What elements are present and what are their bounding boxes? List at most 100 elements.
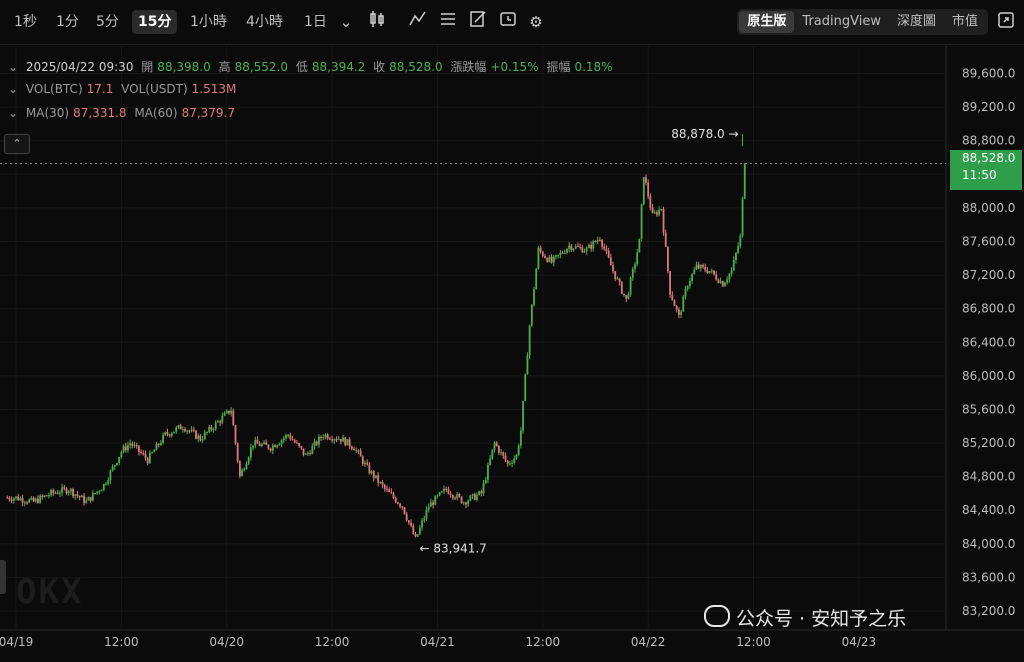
- chart-grid: [0, 46, 1024, 631]
- candle-body: [333, 439, 336, 441]
- candle-body: [6, 497, 9, 499]
- candle-body: [511, 462, 513, 464]
- candle-body: [232, 410, 235, 426]
- candle-body: [570, 245, 573, 250]
- candle-body: [574, 246, 577, 249]
- candle-body: [381, 482, 384, 486]
- watermark-text: 公众号 · 安知予之乐: [736, 608, 907, 630]
- y-tick-label: 87,600.0: [962, 234, 1015, 248]
- candle-body: [307, 453, 309, 455]
- candle-body: [276, 445, 279, 448]
- candle-body: [175, 427, 178, 432]
- collapse-indicators-button[interactable]: ⌃: [4, 134, 30, 154]
- candle-body: [254, 439, 257, 446]
- candle-body: [28, 499, 31, 503]
- candle-body: [440, 491, 443, 493]
- candle-body: [460, 496, 463, 504]
- candle-body: [480, 491, 483, 494]
- candle-body: [445, 488, 448, 490]
- candle-body: [443, 488, 445, 492]
- candle-body: [65, 488, 68, 494]
- candle-body: [151, 452, 153, 454]
- candle-body: [298, 443, 301, 447]
- candle-body: [100, 489, 103, 492]
- candle-body: [348, 439, 351, 447]
- candle-body: [249, 447, 252, 458]
- candlestick-chart[interactable]: 89,600.089,200.088,800.088,400.088,000.0…: [0, 0, 1024, 662]
- candle-body: [675, 306, 678, 310]
- y-tick-label: 83,200.0: [962, 604, 1015, 618]
- left-panel-handle[interactable]: [0, 560, 6, 594]
- candle-body: [144, 453, 147, 459]
- candle-body: [506, 460, 509, 464]
- candle-body: [704, 266, 707, 271]
- candle-body: [530, 304, 533, 326]
- wechat-icon: [704, 605, 730, 627]
- candle-body: [669, 271, 672, 295]
- candle-body: [392, 493, 395, 498]
- low-value: 88,394.2: [311, 60, 366, 74]
- candle-body: [203, 432, 206, 440]
- candle-body: [618, 278, 621, 283]
- candle-body: [504, 455, 507, 461]
- candle-body: [741, 198, 744, 236]
- candle-body: [243, 469, 246, 471]
- current-price-badge: 88,528.0 11:50: [950, 150, 1022, 190]
- chevron-down-icon[interactable]: ⌄: [8, 82, 18, 96]
- candle-body: [355, 450, 358, 452]
- candle-body: [52, 489, 55, 493]
- candle-body: [456, 494, 459, 499]
- chevron-down-icon[interactable]: ⌄: [8, 60, 18, 74]
- candle-body: [43, 495, 46, 497]
- candle-body: [658, 209, 661, 215]
- candle-body: [133, 445, 136, 447]
- candle-body: [328, 438, 331, 440]
- candle-body: [726, 279, 729, 283]
- close-value: 88,528.0: [389, 60, 443, 74]
- y-tick-label: 87,200.0: [962, 268, 1015, 282]
- candle-body: [109, 470, 112, 481]
- candle-body: [568, 245, 571, 249]
- candle-body: [719, 281, 722, 283]
- candle-body: [724, 282, 726, 287]
- x-tick-label: 04/23: [842, 635, 877, 649]
- candle-body: [54, 492, 57, 494]
- candle-body: [502, 451, 505, 456]
- candle-body: [140, 451, 143, 454]
- candle-body: [671, 294, 674, 301]
- vol-usdt-value: 1.513M: [191, 82, 237, 96]
- candle-body: [548, 256, 551, 262]
- candle-body: [78, 495, 81, 498]
- candle-body: [228, 410, 230, 414]
- candle-body: [135, 445, 138, 447]
- candle-body: [399, 503, 402, 507]
- candle-body: [291, 439, 294, 441]
- candle-body: [280, 440, 283, 444]
- ma-row: ⌄ MA(30) 87,331.8 MA(60) 87,379.7: [8, 106, 239, 120]
- candle-body: [638, 238, 641, 253]
- chevron-down-icon[interactable]: ⌄: [8, 106, 18, 120]
- candles: [6, 163, 746, 538]
- candle-body: [614, 271, 617, 279]
- candle-body: [89, 497, 92, 501]
- ohlc-row: ⌄ 2025/04/22 09:30 開 88,398.0 高 88,552.0 低…: [8, 58, 617, 75]
- candle-body: [590, 244, 592, 249]
- x-tick-label: 04/22: [631, 635, 666, 649]
- vol-btc-value: 17.1: [86, 82, 114, 96]
- candle-body: [372, 471, 375, 478]
- candle-body: [155, 443, 158, 451]
- high-marker-label: 88,878.0 →: [671, 127, 738, 141]
- candle-body: [166, 432, 169, 435]
- candle-body: [728, 273, 731, 280]
- candle-body: [533, 289, 535, 305]
- candle-body: [366, 462, 369, 465]
- candle-body: [577, 246, 579, 248]
- candle-body: [179, 425, 182, 430]
- candle-body: [271, 445, 274, 451]
- low-marker-label: ← 83,941.7: [419, 542, 486, 556]
- candle-body: [458, 494, 461, 497]
- candle-body: [91, 493, 94, 501]
- candle-body: [561, 252, 564, 254]
- candle-body: [350, 446, 353, 449]
- candle-body: [221, 415, 224, 423]
